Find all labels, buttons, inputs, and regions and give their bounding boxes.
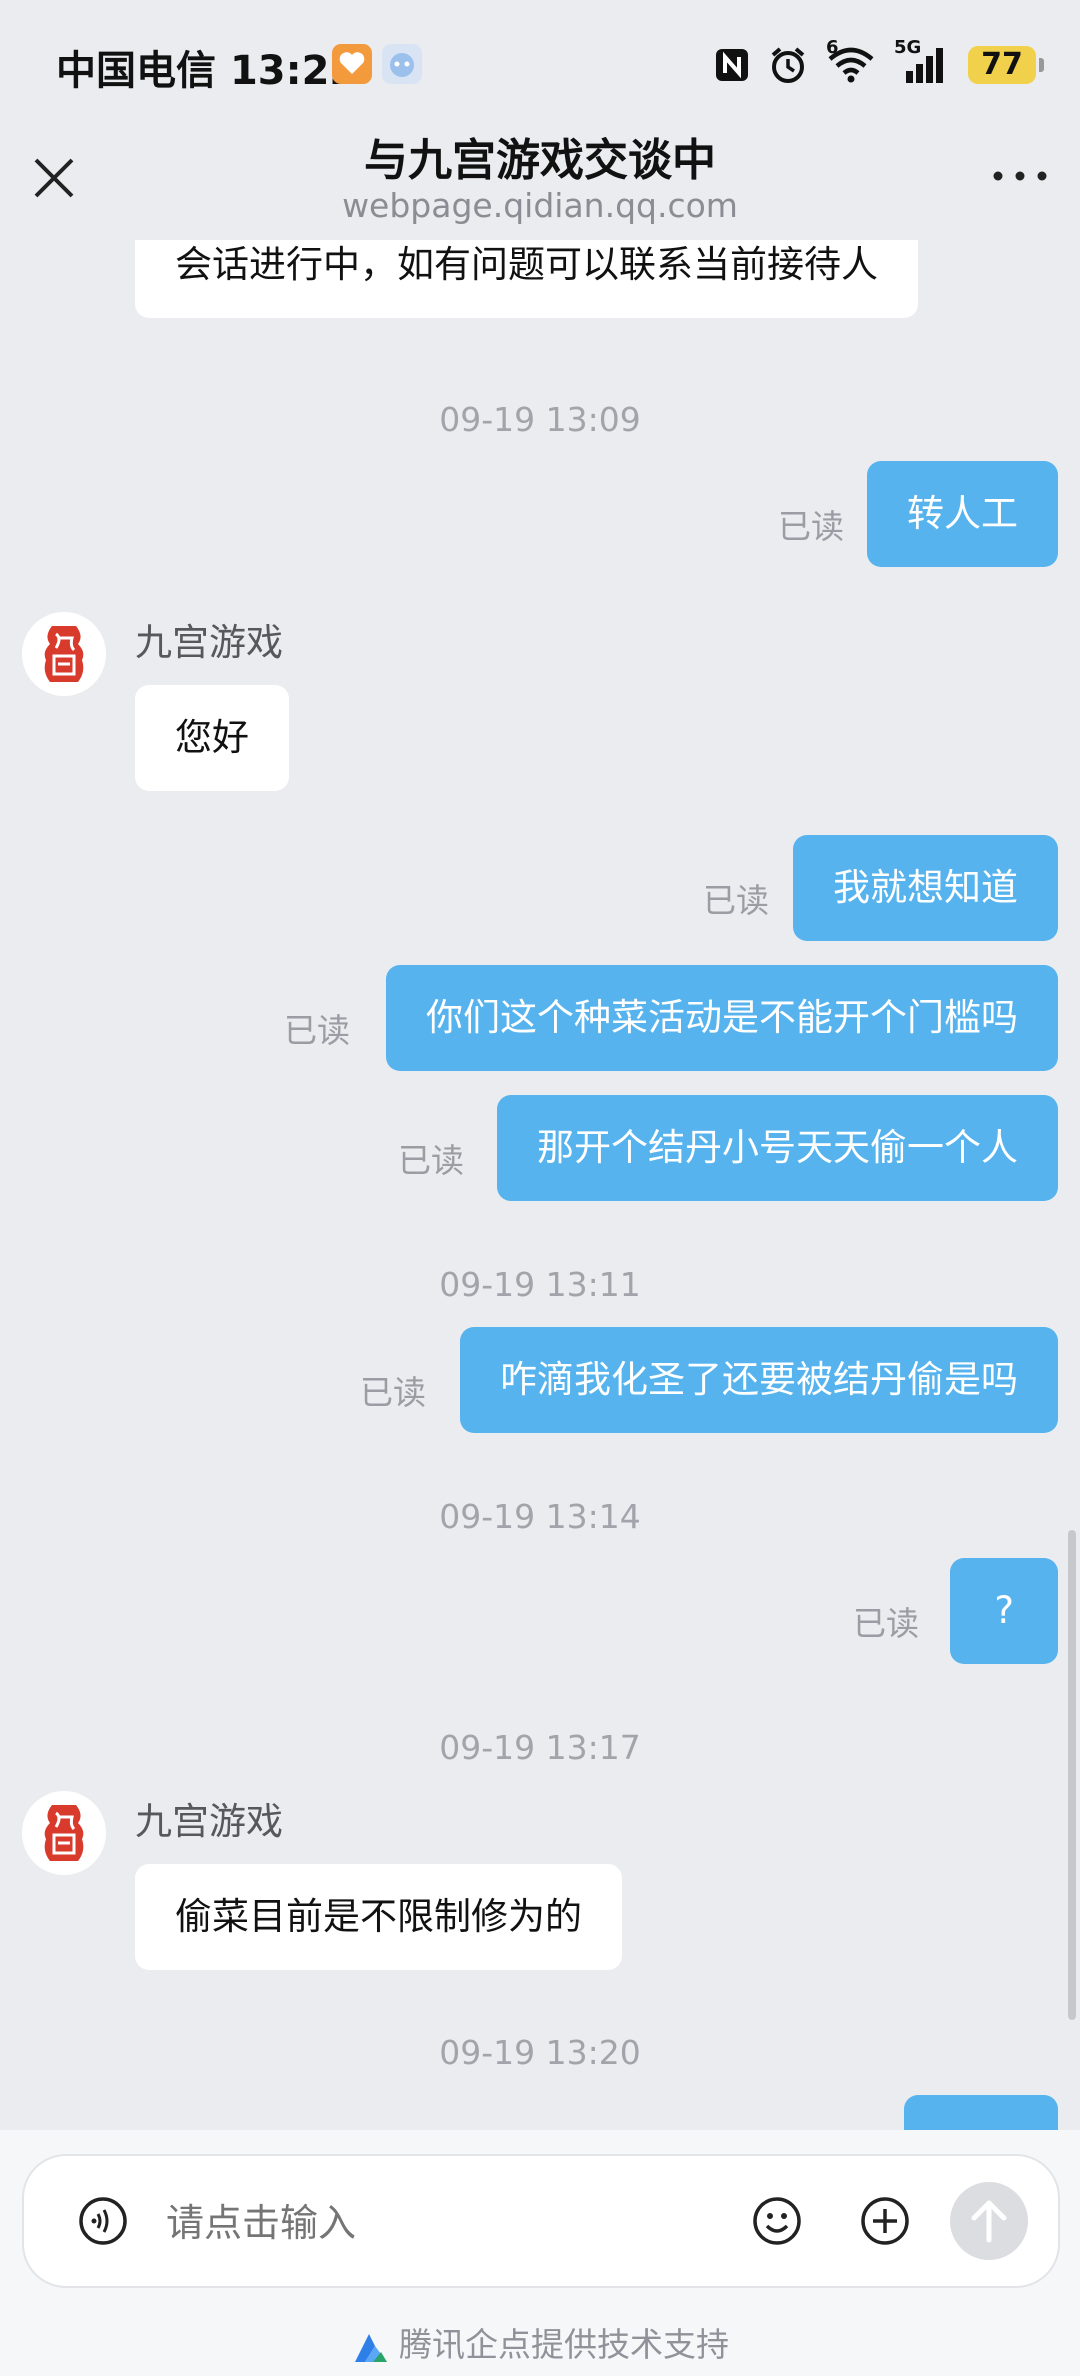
powered-by-footer: 腾讯企点提供技术支持 [0,2318,1080,2366]
message-bubble-incoming: 会话进行中，如有问题可以联系当前接待人 [135,240,918,318]
read-receipt: 已读 [398,1141,464,1180]
sender-name: 九宫游戏 [135,621,283,664]
cellular-signal-icon: 5G [894,37,950,85]
emoji-button[interactable] [750,2194,804,2248]
wifi-icon: 6 [826,37,876,85]
read-receipt: 已读 [703,881,769,920]
attach-button[interactable] [858,2194,912,2248]
message-bubble-outgoing: 我就想知道 [793,835,1058,941]
plus-circle-icon [861,2197,909,2245]
message-bubble-outgoing: 你们这个种菜活动是不能开个门槛吗 [386,965,1058,1071]
read-receipt: 已读 [284,1011,350,1050]
page-title: 与九宫游戏交谈中 [364,135,716,186]
arrow-up-icon [971,2200,1007,2243]
jiugong-seal-icon [22,612,106,696]
chat-header: 与九宫游戏交谈中 webpage.qidian.qq.com [0,120,1080,240]
notification-app-icon [332,44,372,84]
input-bar: 腾讯企点提供技术支持 [0,2130,1080,2376]
wifi-label: 6 [826,37,839,58]
read-receipt: 已读 [853,1604,919,1643]
message-bubble-outgoing-partial [904,2095,1058,2130]
sender-name: 九宫游戏 [135,1800,283,1843]
smiley-icon [753,2197,801,2245]
jiugong-seal-icon [22,1791,106,1875]
status-bar: 中国电信 13:22 6 5G 77 [0,0,1080,130]
page-url: webpage.qidian.qq.com [342,186,738,225]
read-receipt: 已读 [360,1373,426,1412]
message-input-container [22,2154,1060,2288]
chat-message-list[interactable]: 会话进行中，如有问题可以联系当前接待人 09-19 13:09 已读 转人工 九… [0,240,1080,2130]
send-button[interactable] [950,2182,1028,2260]
timestamp: 09-19 13:09 [439,400,641,439]
message-bubble-outgoing: ? [950,1558,1058,1664]
avatar[interactable] [22,1791,106,1875]
timestamp: 09-19 13:20 [439,2033,641,2072]
message-bubble-incoming: 偷菜目前是不限制修为的 [135,1864,622,1970]
timestamp: 09-19 13:17 [439,1728,641,1767]
more-options-button[interactable] [988,156,1052,196]
qidian-logo-icon [355,2333,387,2362]
avatar[interactable] [22,612,106,696]
nfc-icon [716,49,748,81]
battery-indicator: 77 [968,46,1044,84]
carrier-label: 中国电信 [56,48,216,94]
more-dots-icon [993,171,1047,181]
scrollbar[interactable] [1068,1530,1076,2020]
footer-text: 腾讯企点提供技术支持 [399,2325,729,2364]
timestamp: 09-19 13:11 [439,1265,641,1304]
voice-icon [79,2197,127,2245]
read-receipt: 已读 [778,507,844,546]
status-carrier-time: 中国电信 13:22 [56,38,357,96]
alarm-icon [771,47,805,83]
status-icons: 6 5G 77 [714,37,1044,90]
message-bubble-outgoing: 咋滴我化圣了还要被结丹偷是吗 [460,1327,1058,1433]
message-bubble-outgoing: 转人工 [867,461,1058,567]
notification-bot-icon [382,44,422,84]
message-input[interactable] [164,2194,728,2252]
message-bubble-outgoing: 那开个结丹小号天天偷一个人 [497,1095,1058,1201]
message-bubble-incoming: 您好 [135,685,289,791]
timestamp: 09-19 13:14 [439,1497,641,1536]
network-label: 5G [894,37,922,58]
voice-input-button[interactable] [76,2194,130,2248]
